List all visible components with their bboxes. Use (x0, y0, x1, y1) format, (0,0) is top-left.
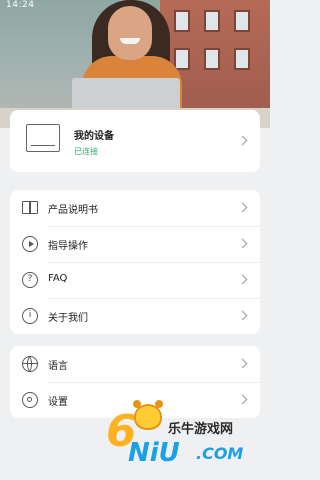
device-connection-status: 已连接 (74, 147, 98, 156)
menu-item-label: 指导操作 (48, 241, 88, 252)
menu-item-label: 产品说明书 (48, 205, 98, 216)
menu-item-about[interactable]: i 关于我们 (10, 298, 260, 334)
menu-item-label: 设置 (48, 397, 68, 408)
watermark-brand: NiU (128, 438, 180, 468)
menu-item-label: 语言 (48, 361, 68, 372)
menu-item-label: 关于我们 (48, 313, 88, 324)
building-window (204, 48, 220, 70)
question-icon: ? (22, 272, 38, 288)
menu-item-faq[interactable]: ? FAQ (10, 262, 260, 298)
menu-item-manual[interactable]: 产品说明书 (10, 190, 260, 226)
building-window (204, 10, 220, 32)
building-window (234, 10, 250, 32)
device-title: 我的设备 (74, 131, 114, 142)
globe-icon (22, 356, 38, 372)
person-smile (120, 38, 140, 44)
hero-banner-image: 14:24 (0, 0, 270, 128)
status-bar-time: 14:24 (6, 0, 35, 10)
menu-item-guide[interactable]: 指导操作 (10, 226, 260, 262)
manual-book-icon (22, 201, 38, 214)
chevron-right-icon (237, 274, 248, 285)
menu-item-language[interactable]: 语言 (10, 346, 260, 382)
laptop (72, 78, 180, 112)
chevron-right-icon (237, 394, 248, 405)
info-icon: i (22, 308, 38, 324)
building-window (174, 48, 190, 70)
building-window (174, 10, 190, 32)
watermark-domain: .COM (196, 444, 244, 463)
person-face (108, 6, 152, 60)
chevron-right-icon (237, 358, 248, 369)
site-watermark-logo: 6 乐牛游戏网 NiU .COM (106, 400, 266, 470)
menu-list: 产品说明书 指导操作 ? FAQ i 关于我们 (10, 190, 260, 334)
my-device-card[interactable]: 我的设备 已连接 (10, 110, 260, 172)
chevron-right-icon (237, 135, 248, 146)
menu-item-label: FAQ (48, 273, 68, 284)
building-window (234, 48, 250, 70)
chevron-right-icon (237, 310, 248, 321)
play-guide-icon (22, 236, 38, 252)
chevron-right-icon (237, 202, 248, 213)
gear-icon (22, 392, 38, 408)
cow-mascot-icon (133, 400, 163, 430)
watermark-site-name: 乐牛游戏网 (168, 422, 234, 437)
chevron-right-icon (237, 238, 248, 249)
device-thumbnail-icon (26, 124, 60, 152)
